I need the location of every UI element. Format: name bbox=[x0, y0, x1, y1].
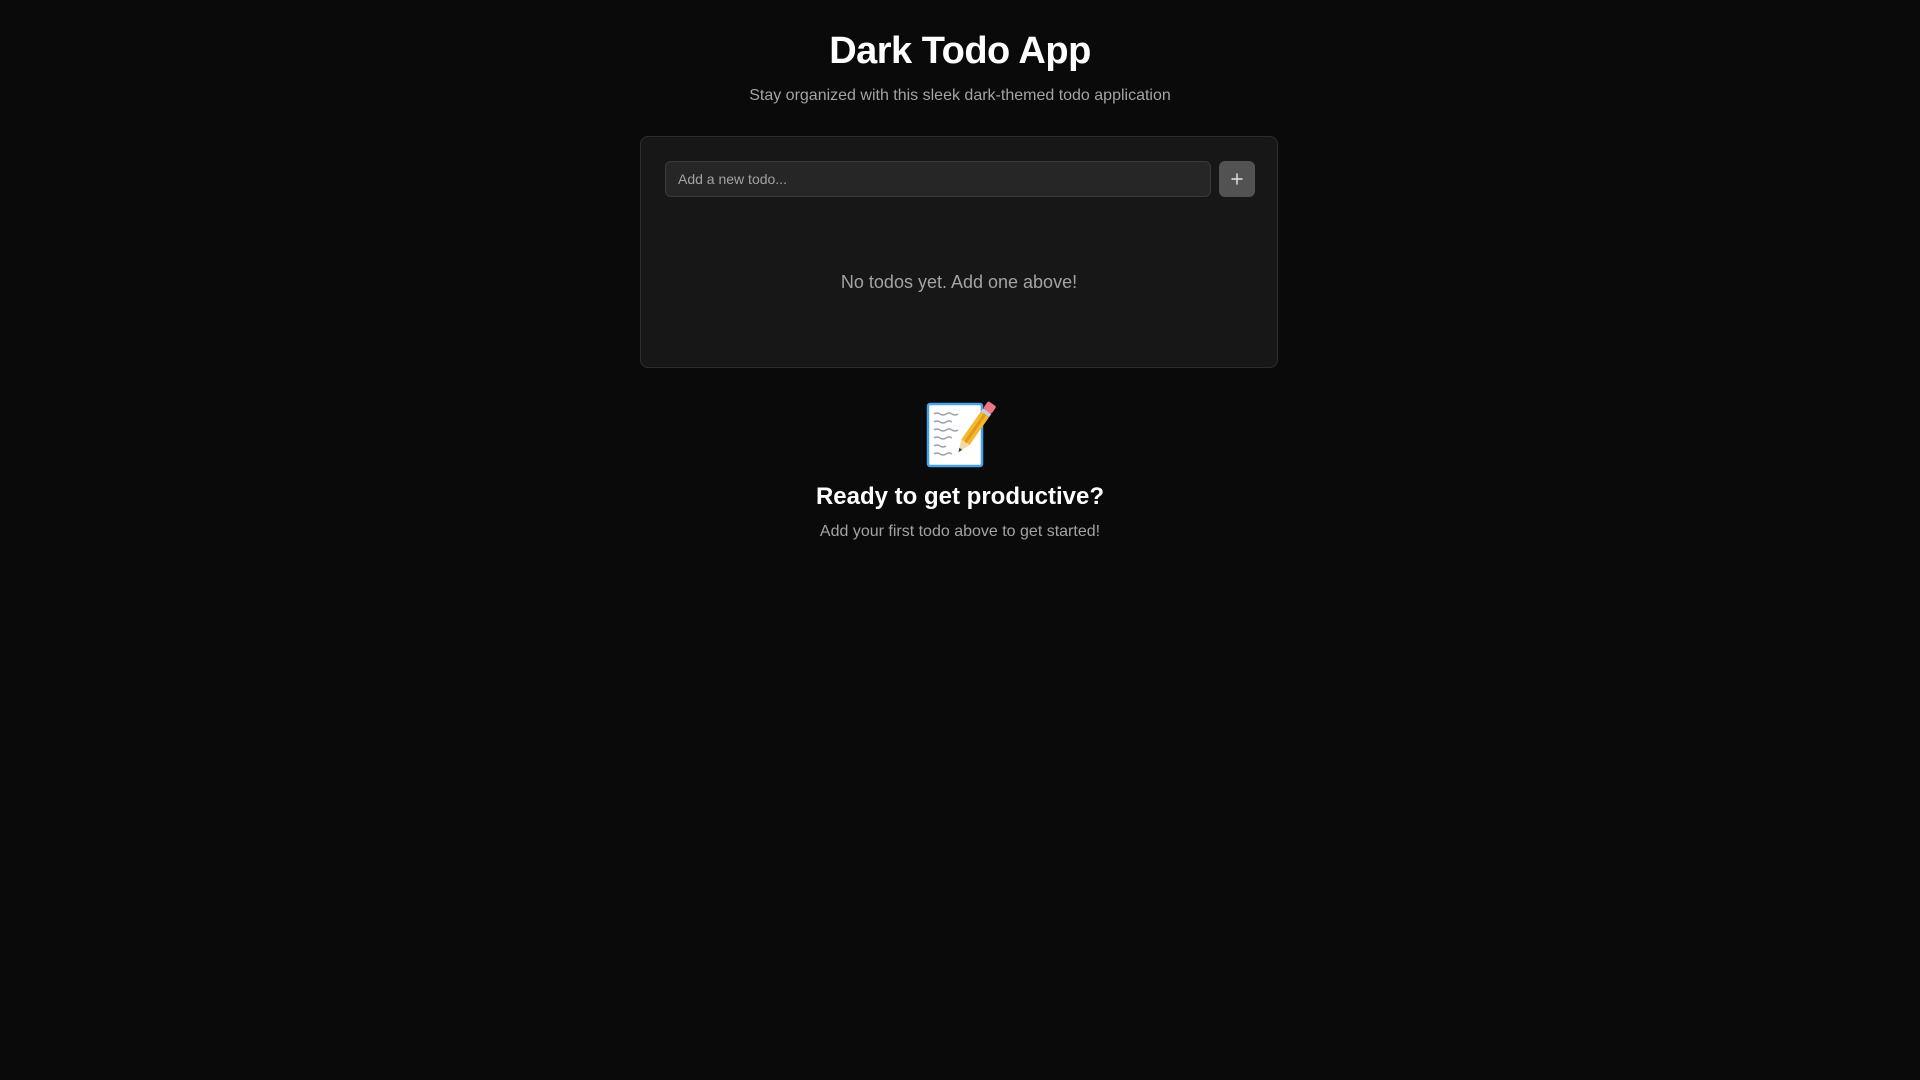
get-started-section: Ready to get productive? Add your first … bbox=[0, 396, 1920, 542]
page-subtitle: Stay organized with this sleek dark-them… bbox=[749, 87, 1171, 104]
todo-card: No todos yet. Add one above! bbox=[640, 136, 1278, 368]
app-page: Dark Todo App Stay organized with this s… bbox=[0, 0, 1920, 1080]
empty-state-message: No todos yet. Add one above! bbox=[840, 272, 1078, 292]
add-todo-button[interactable] bbox=[1219, 161, 1255, 197]
add-todo-form bbox=[665, 161, 1255, 197]
app-header: Dark Todo App Stay organized with this s… bbox=[0, 28, 1920, 106]
page-title: Dark Todo App bbox=[829, 30, 1091, 72]
cta-heading: Ready to get productive? bbox=[815, 483, 1105, 510]
new-todo-input[interactable] bbox=[665, 161, 1211, 197]
plus-icon bbox=[1231, 173, 1243, 185]
cta-text: Add your first todo above to get started… bbox=[819, 523, 1101, 540]
memo-icon bbox=[926, 401, 996, 468]
